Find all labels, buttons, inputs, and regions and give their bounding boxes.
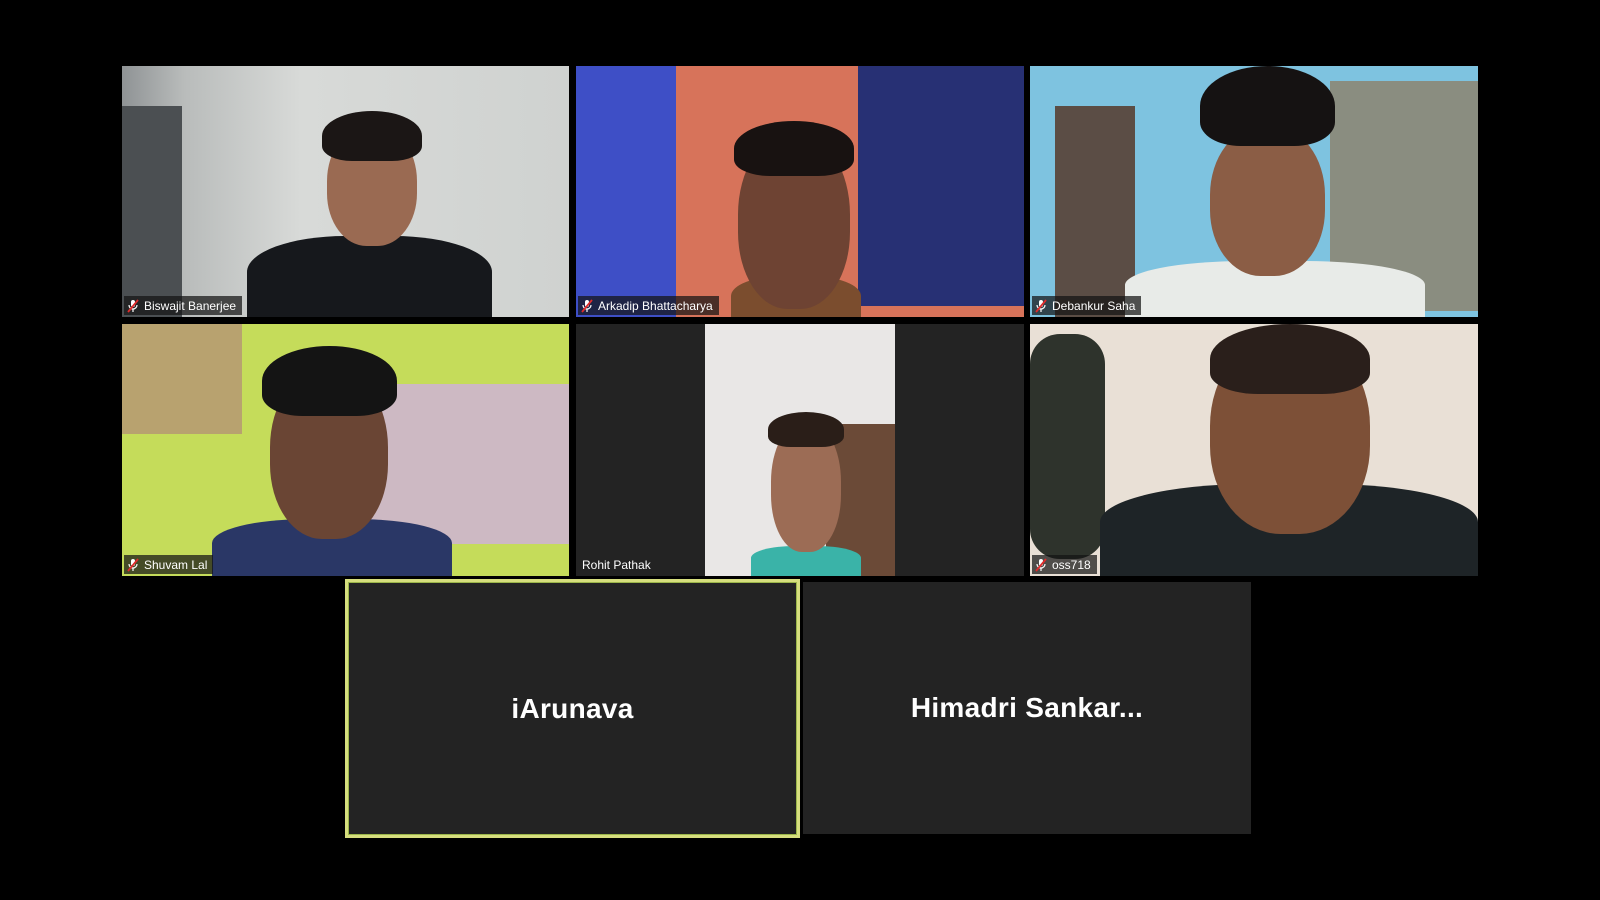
video-tile-debankur-saha[interactable]: Debankur Saha xyxy=(1030,66,1478,317)
participant-name-tag: Debankur Saha xyxy=(1032,296,1142,315)
video-tile-iarunava[interactable]: iArunava xyxy=(345,579,800,838)
video-tile-biswajit-banerjee[interactable]: Biswajit Banerjee xyxy=(122,66,569,317)
person-hair xyxy=(768,412,844,447)
cabinet xyxy=(122,106,182,317)
shelf xyxy=(122,324,242,434)
video-tile-oss718[interactable]: oss718 xyxy=(1030,324,1478,576)
participant-name: Arkadip Bhattacharya xyxy=(598,298,713,313)
blue-door xyxy=(576,66,676,317)
video-tile-himadri-sankar[interactable]: Himadri Sankar... xyxy=(803,582,1251,834)
muted-mic-icon xyxy=(581,298,593,313)
person-hair xyxy=(734,121,854,176)
person-hair xyxy=(1200,66,1335,146)
person-hair xyxy=(322,111,422,161)
participant-name-tag: Rohit Pathak xyxy=(578,555,657,574)
video-tile-shuvam-lal[interactable]: Shuvam Lal xyxy=(122,324,569,576)
video-tile-arkadip-bhattacharya[interactable]: Arkadip Bhattacharya xyxy=(576,66,1024,317)
participant-name-tag: Arkadip Bhattacharya xyxy=(578,296,719,315)
muted-mic-icon xyxy=(1035,557,1047,572)
guitar-case xyxy=(1030,334,1105,559)
participant-name-large: iArunava xyxy=(511,692,634,724)
person-hair xyxy=(262,346,397,416)
participant-name-tag: Biswajit Banerjee xyxy=(124,296,243,315)
person-body xyxy=(247,236,492,317)
person-hair xyxy=(1210,324,1370,394)
participant-name: Rohit Pathak xyxy=(582,557,651,572)
participant-name-tag: Shuvam Lal xyxy=(124,555,214,574)
participant-name: Debankur Saha xyxy=(1052,298,1136,313)
participant-name: oss718 xyxy=(1052,557,1091,572)
muted-mic-icon xyxy=(1035,298,1047,313)
blue-window xyxy=(858,66,1024,306)
video-tile-rohit-pathak[interactable]: Rohit Pathak xyxy=(576,324,1024,576)
curtain xyxy=(1055,106,1135,317)
person-face xyxy=(1210,126,1325,276)
muted-mic-icon xyxy=(127,557,139,572)
muted-mic-icon xyxy=(127,298,139,313)
participant-name-tag: oss718 xyxy=(1032,555,1097,574)
participant-name-large: Himadri Sankar... xyxy=(910,692,1144,723)
participant-name: Shuvam Lal xyxy=(144,557,208,572)
participant-name: Biswajit Banerjee xyxy=(144,298,237,313)
